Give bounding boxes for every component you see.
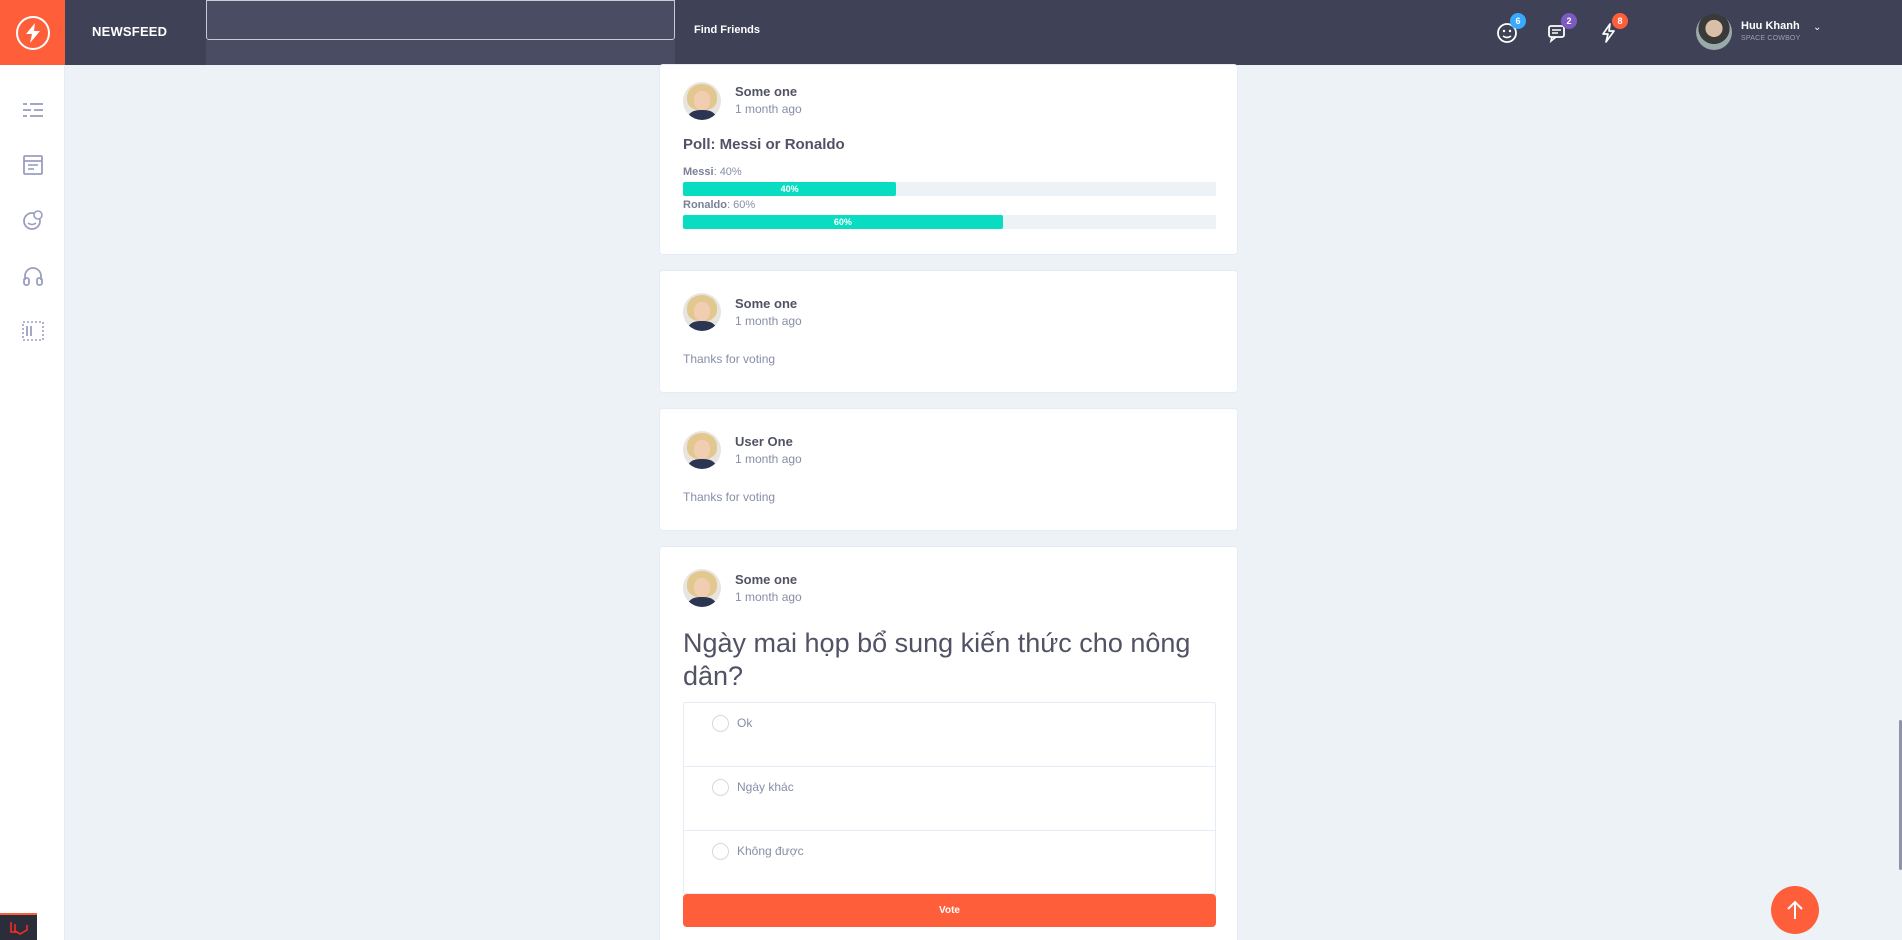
poll-bar-fill: 60% [683, 215, 1003, 229]
post-card: Some one 1 month ago Thanks for voting [659, 270, 1238, 393]
left-sidebar [0, 65, 65, 940]
poll-vote-card: Some one 1 month ago Ngày mai họp bổ sun… [659, 546, 1238, 940]
find-friends-link[interactable]: Find Friends [694, 24, 760, 36]
post-text: Thanks for voting [683, 352, 776, 366]
poll-option-name: Ronaldo [683, 199, 727, 211]
author-name[interactable]: Some one [735, 296, 797, 311]
search-strip [206, 40, 675, 65]
user-name: Huu Khanh [1741, 20, 1800, 32]
messages-badge: 2 [1561, 13, 1577, 29]
poll-bar-track: 60% [683, 215, 1216, 229]
vote-option-label[interactable]: Không được [737, 844, 804, 858]
author-name[interactable]: Some one [735, 84, 797, 99]
post-time: 1 month ago [735, 590, 802, 604]
headphones-icon[interactable] [21, 264, 45, 288]
radio-button[interactable] [712, 779, 729, 796]
lightning-logo-icon [15, 15, 50, 50]
search-input[interactable] [206, 0, 675, 40]
newsfeed-icon[interactable] [21, 153, 45, 177]
post-time: 1 month ago [735, 452, 802, 466]
radio-button[interactable] [712, 843, 729, 860]
post-time: 1 month ago [735, 102, 802, 116]
poll-question: Ngày mai họp bổ sung kiến thức cho nông … [683, 628, 1191, 691]
radio-button[interactable] [712, 715, 729, 732]
author-name[interactable]: User One [735, 434, 793, 449]
post-card: User One 1 month ago Thanks for voting [659, 408, 1238, 531]
avatar[interactable] [683, 293, 721, 331]
vote-option[interactable]: Ngày khác [684, 767, 1215, 831]
avatar[interactable] [683, 82, 721, 120]
chevron-down-icon[interactable]: ⌄ [1813, 22, 1821, 33]
author-name[interactable]: Some one [735, 572, 797, 587]
menu-icon[interactable] [21, 98, 45, 122]
logo[interactable] [0, 0, 65, 65]
poll-option-percent: : 60% [727, 199, 756, 211]
post-text: Thanks for voting [683, 490, 776, 504]
vote-button[interactable]: Vote [683, 894, 1216, 927]
poll-title: Poll: Messi or Ronaldo [683, 136, 845, 153]
poll-result-card: Some one 1 month ago Poll: Messi or Rona… [659, 64, 1238, 255]
notifications-badge: 8 [1612, 13, 1628, 29]
user-avatar[interactable] [1696, 14, 1732, 50]
poll-option-percent: : 40% [713, 166, 742, 178]
poll-bar-fill: 40% [683, 182, 897, 196]
poll-option-label: Messi: 40% [683, 166, 742, 178]
vote-option[interactable]: Ok [684, 703, 1215, 767]
user-subtitle: SPACE COWBOY [1741, 35, 1801, 42]
poll-option-label: Ronaldo: 60% [683, 199, 755, 211]
faces-icon[interactable] [21, 208, 45, 232]
page-title: NEWSFEED [92, 24, 168, 39]
messages-button[interactable]: 2 [1545, 13, 1577, 48]
avatar[interactable] [683, 569, 721, 607]
top-header: NEWSFEED Find Friends 6 2 8 Huu Khanh SP… [0, 0, 1902, 65]
vote-option-label[interactable]: Ok [737, 716, 752, 730]
scroll-top-button[interactable] [1771, 886, 1819, 934]
friend-requests-button[interactable]: 6 [1494, 13, 1526, 48]
vote-option[interactable]: Không được [684, 831, 1215, 895]
post-time: 1 month ago [735, 314, 802, 328]
vote-options: Ok Ngày khác Không được [683, 702, 1216, 894]
arrow-up-icon [1787, 900, 1803, 919]
vote-option-label[interactable]: Ngày khác [737, 780, 794, 794]
poll-bar-track: 40% [683, 182, 1216, 196]
app-logo-icon[interactable] [0, 913, 37, 940]
friends-badge: 6 [1510, 13, 1526, 29]
notifications-button[interactable]: 8 [1596, 13, 1628, 48]
avatar[interactable] [683, 431, 721, 469]
widgets-icon[interactable] [21, 319, 45, 343]
poll-option-name: Messi [683, 166, 714, 178]
